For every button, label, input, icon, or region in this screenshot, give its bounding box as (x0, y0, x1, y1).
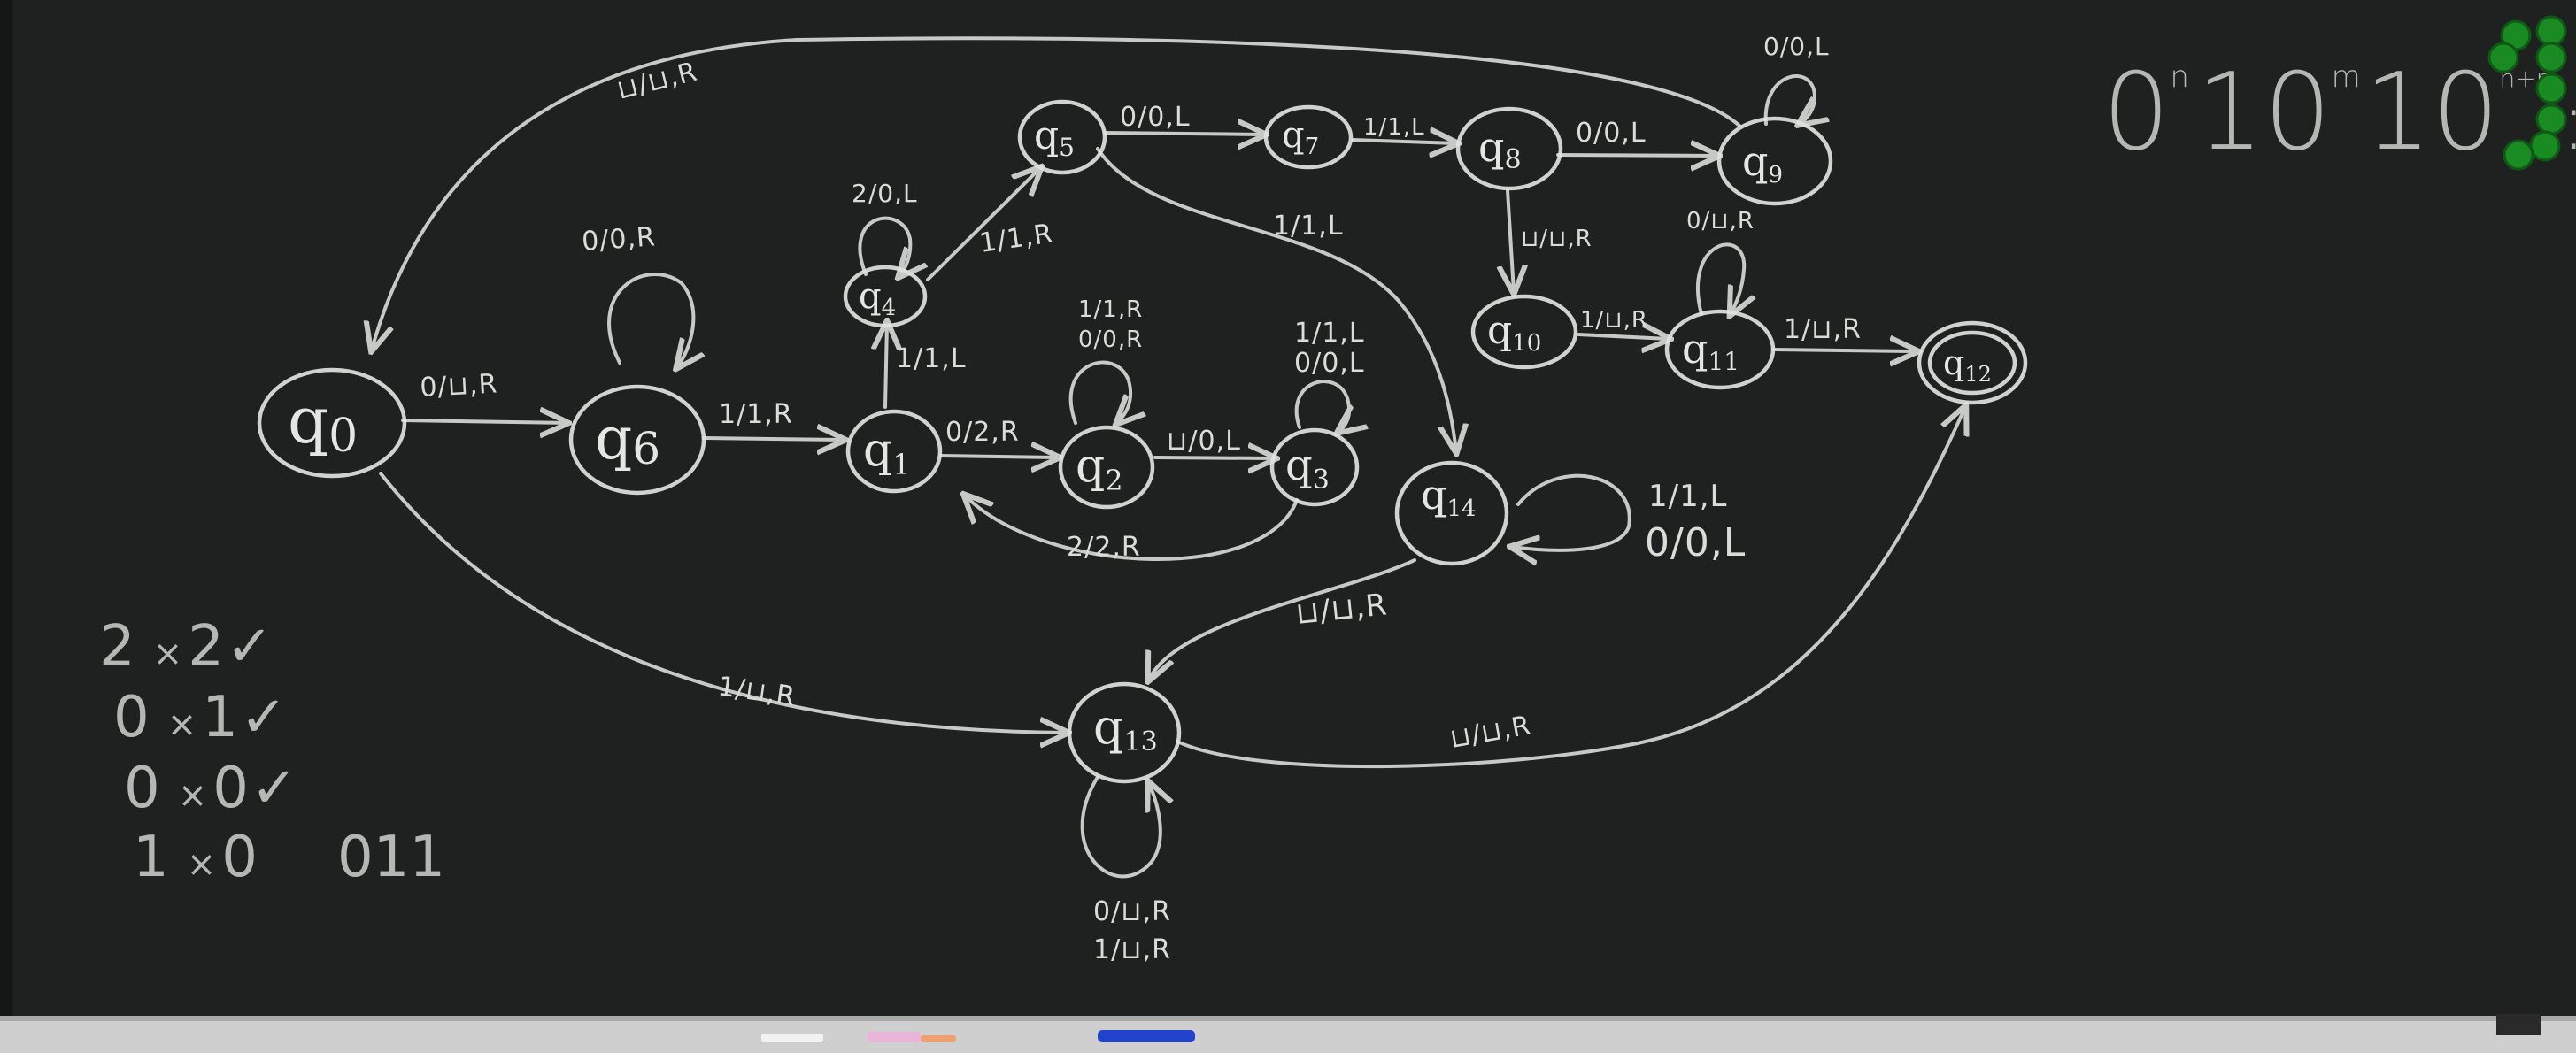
edge-label-q11-q11: 0/⊔,R (1686, 208, 1755, 234)
edge-label-q13-q13-a: 0/⊔,R (1093, 896, 1171, 927)
edge-label-q9-q9: 0/0,L (1763, 32, 1830, 61)
edge-label-q4-q4: 2/0,L (852, 179, 918, 208)
marker-pen (1098, 1030, 1195, 1042)
edge-label-q14-q14-b: 0/0,L (1645, 520, 1746, 565)
magnet (2535, 15, 2567, 47)
edge-label-q2-q2-a: 1/1,R (1078, 296, 1143, 323)
edge-q2-q3 (1153, 457, 1275, 458)
edge-label-q14-q14-a: 1/1,L (1648, 479, 1727, 514)
edge-label-q2-q2-b: 0/0,R (1078, 327, 1143, 353)
chalk-tray (0, 1018, 2576, 1053)
chalk-piece (761, 1034, 823, 1042)
chalk-tray-lip (0, 1016, 2576, 1021)
magnet (2535, 42, 2567, 73)
edge-label-q6-q1: 1/1,R (719, 399, 793, 430)
magnet (2503, 139, 2534, 171)
edge-q11-q12 (1771, 350, 1917, 351)
magnet (2535, 73, 2567, 104)
edge-label-q8-q9: 0/0,L (1576, 118, 1647, 149)
tray-item (2496, 1014, 2541, 1035)
edge-q5-q7 (1103, 133, 1264, 135)
edge-q1-q2 (939, 456, 1058, 457)
blackboard: 0/⊔,R 0/0,R 1/1,R 0/2,R 1/1,L 1/1,R 0/0,… (0, 0, 2576, 1053)
chalk-piece (921, 1035, 956, 1042)
edge-label-q3-q1: 2/2,R (1067, 532, 1141, 563)
edge-label-q2-q3: ⊔/0,L (1167, 426, 1241, 457)
edge-q1-q4 (885, 323, 887, 409)
magnet (2487, 42, 2519, 73)
edge-label-q7-q8: 1/1,L (1363, 114, 1425, 141)
edge-q8-q9 (1556, 155, 1717, 156)
edge-label-q1-q2: 0/2,R (945, 417, 1020, 448)
board-frame-edge (0, 0, 12, 1018)
edge-label-q11-q12: 1/⊔,R (1784, 314, 1862, 345)
magnet (2529, 130, 2561, 162)
edge-label-q5-q7: 0/0,L (1120, 102, 1191, 133)
chalk-piece (868, 1032, 921, 1042)
edge-label-q0-q6: 0/⊔,R (420, 368, 499, 404)
edge-label-q10-q11: 1/⊔,R (1580, 307, 1648, 334)
magnet (2535, 104, 2567, 135)
edge-q6-q1 (702, 438, 844, 440)
edge-label-q13-q13-b: 1/⊔,R (1093, 934, 1171, 965)
edge-label-q1-q4: 1/1,L (896, 343, 967, 374)
edge-label-q5-q14: 1/1,L (1273, 211, 1344, 242)
edge-label-q6-q6: 0/0,R (581, 221, 657, 257)
edge-label-q3-q3-b: 0/0,L (1294, 348, 1365, 379)
edge-label-q8-q10: ⊔/⊔,R (1521, 226, 1593, 252)
edge-label-q3-q3-a: 1/1,L (1294, 318, 1365, 349)
